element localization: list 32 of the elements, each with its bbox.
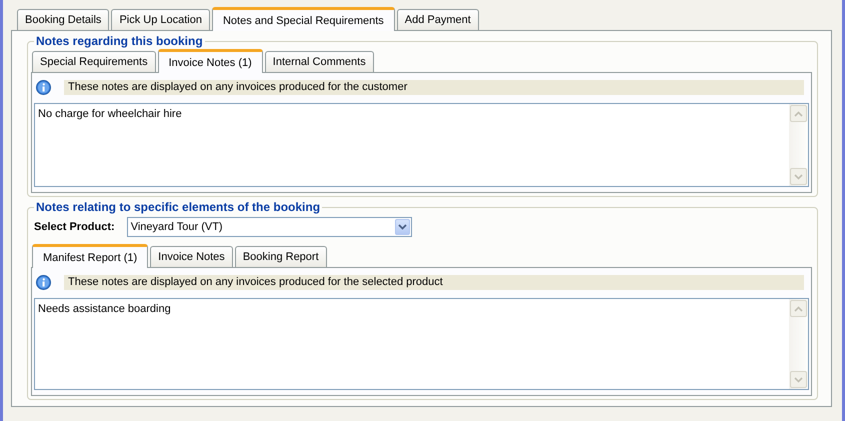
scroll-up-button[interactable] — [790, 105, 807, 122]
info-icon — [36, 275, 51, 290]
product-dropdown[interactable]: Vineyard Tour (VT) — [126, 217, 412, 237]
notes-field[interactable]: Needs assistance boarding — [34, 298, 809, 390]
info-icon — [36, 80, 51, 95]
group-title: Notes relating to specific elements of the booking — [35, 200, 322, 214]
tab[interactable]: Notes and Special Requirements — [212, 7, 395, 31]
caret-down-icon — [794, 376, 803, 382]
tab[interactable]: Booking Details — [17, 9, 110, 30]
scroll-up-button[interactable] — [790, 300, 807, 317]
tab[interactable]: Add Payment — [396, 9, 479, 30]
select-product-label: Select Product: — [34, 221, 115, 233]
caret-down-icon — [398, 224, 407, 230]
tab[interactable]: Invoice Notes (1) — [158, 49, 263, 73]
dropdown-button[interactable] — [394, 219, 410, 235]
caret-down-icon — [794, 174, 803, 180]
notes-field[interactable]: No charge for wheelchair hire — [34, 103, 809, 187]
tab[interactable]: Special Requirements — [32, 51, 156, 72]
info-message: These notes are displayed on any invoices produced for the customer — [64, 80, 804, 95]
tab[interactable]: Booking Report — [234, 246, 327, 267]
vertical-scrollbar[interactable] — [789, 104, 808, 186]
tab[interactable]: Pick Up Location — [111, 9, 210, 30]
info-message: These notes are displayed on any invoices produced for the selected product — [64, 275, 804, 290]
tab[interactable]: Internal Comments — [264, 51, 374, 72]
scroll-down-button[interactable] — [790, 371, 807, 388]
tab[interactable]: Invoice Notes — [150, 246, 233, 267]
group-title: Notes regarding this booking — [35, 34, 204, 48]
caret-up-icon — [794, 110, 803, 116]
vertical-scrollbar[interactable] — [789, 299, 808, 389]
caret-up-icon — [794, 306, 803, 312]
tab[interactable]: Manifest Report (1) — [32, 244, 148, 268]
scroll-down-button[interactable] — [790, 168, 807, 185]
